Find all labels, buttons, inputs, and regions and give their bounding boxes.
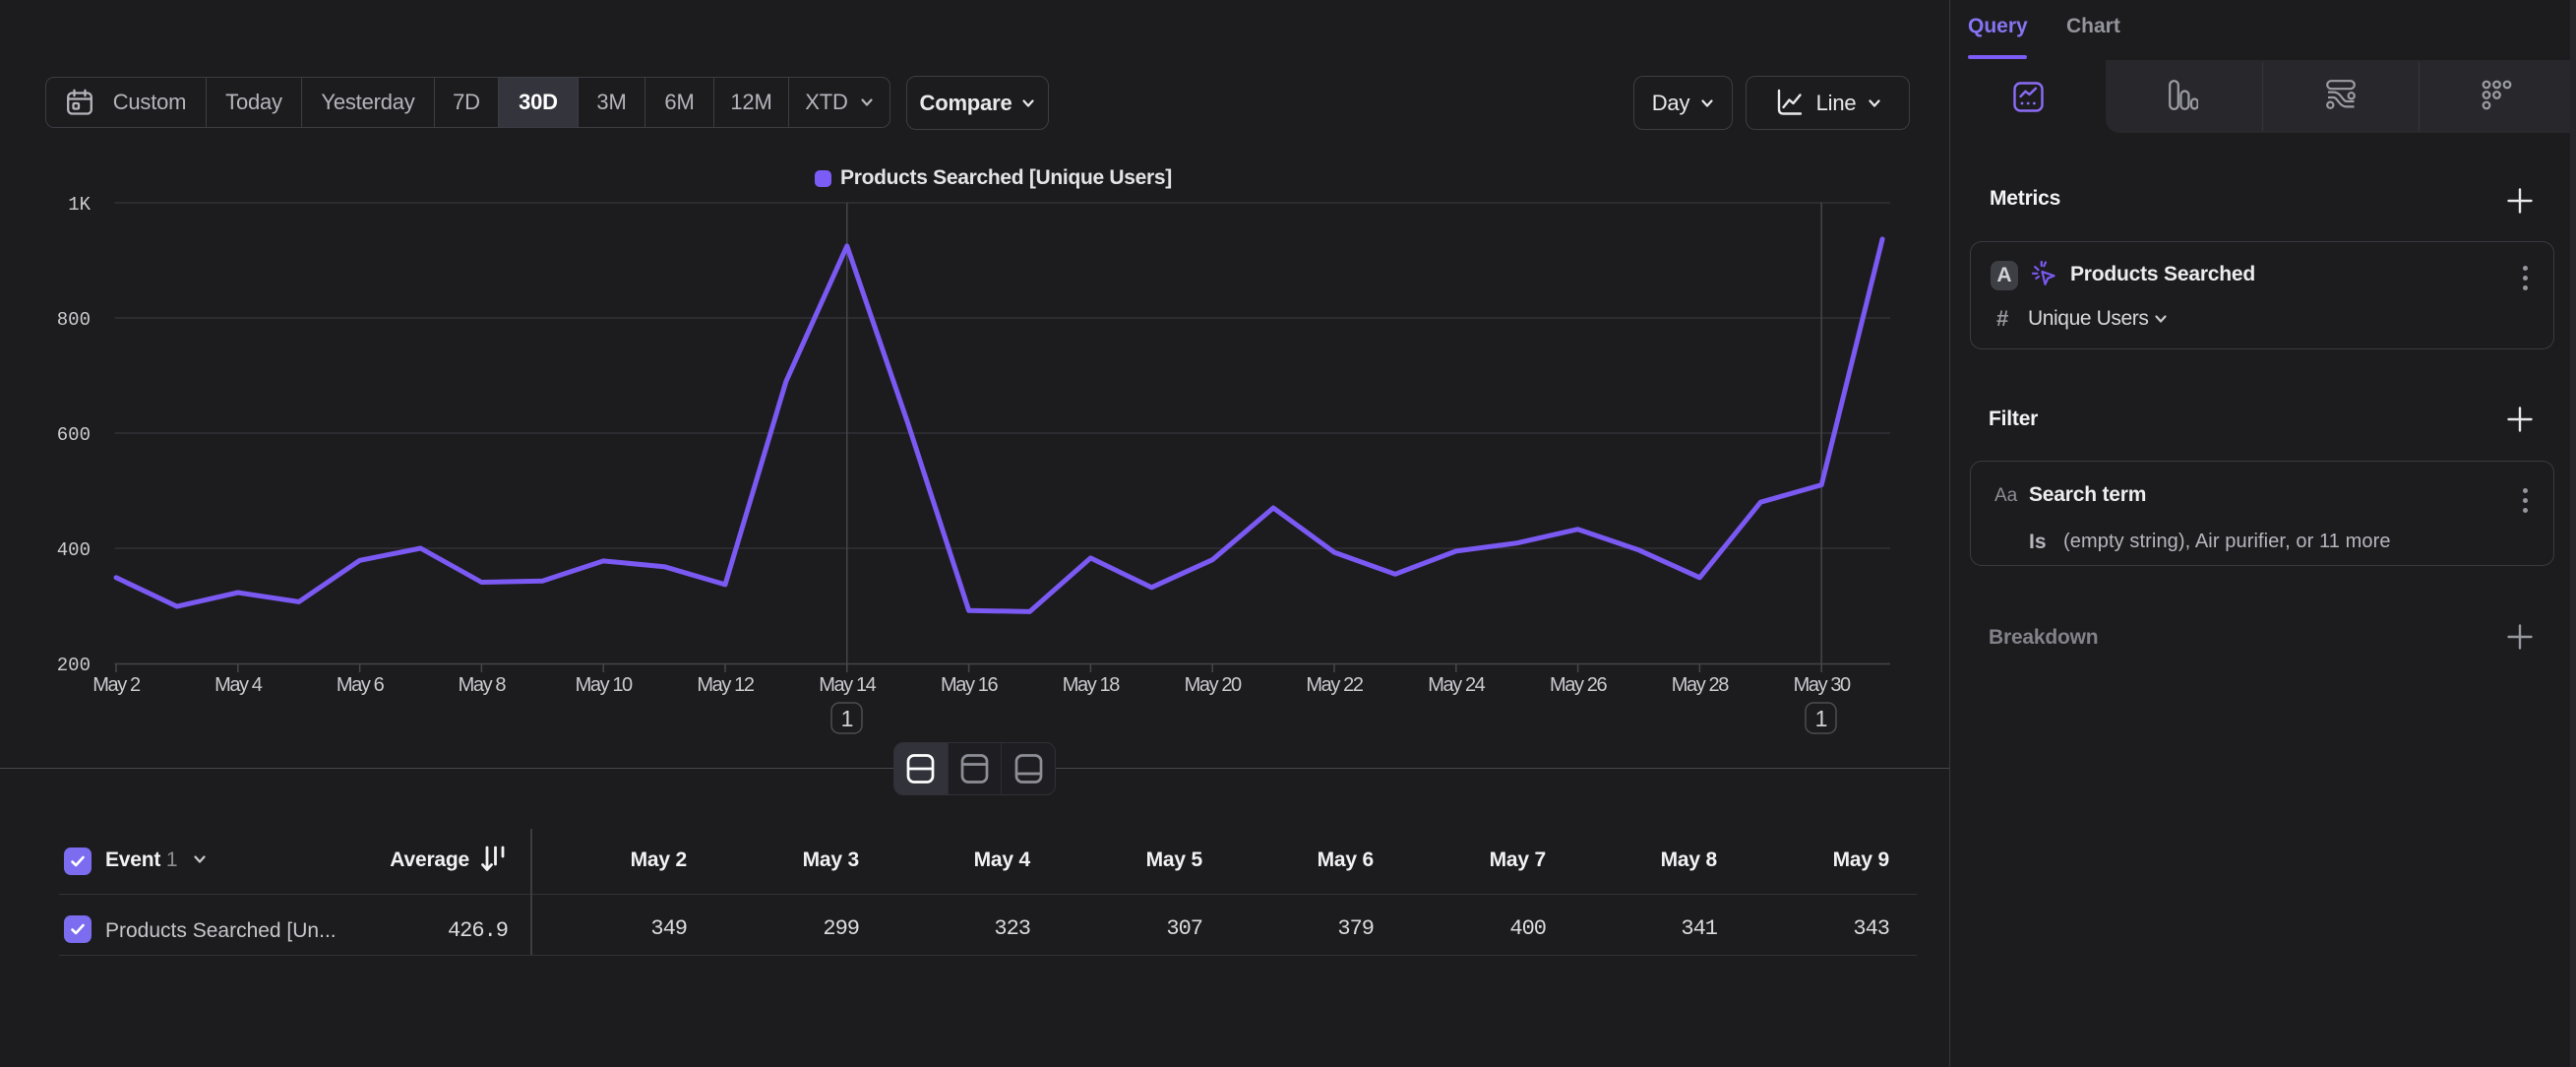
svg-text:800: 800 bbox=[57, 309, 91, 331]
svg-text:May 30: May 30 bbox=[1794, 674, 1851, 696]
svg-text:May 18: May 18 bbox=[1063, 674, 1120, 696]
svg-text:May 24: May 24 bbox=[1428, 674, 1485, 696]
svg-text:1: 1 bbox=[1815, 706, 1828, 731]
svg-text:May 2: May 2 bbox=[92, 674, 141, 696]
svg-text:400: 400 bbox=[57, 539, 91, 561]
svg-text:May 26: May 26 bbox=[1550, 674, 1607, 696]
svg-text:May 6: May 6 bbox=[337, 674, 385, 696]
svg-text:1K: 1K bbox=[68, 194, 91, 216]
svg-text:1: 1 bbox=[841, 706, 854, 731]
svg-text:May 12: May 12 bbox=[697, 674, 754, 696]
svg-text:May 14: May 14 bbox=[819, 674, 876, 696]
svg-text:May 20: May 20 bbox=[1185, 674, 1242, 696]
svg-text:600: 600 bbox=[57, 424, 91, 446]
svg-text:May 28: May 28 bbox=[1672, 674, 1729, 696]
svg-text:May 4: May 4 bbox=[215, 674, 263, 696]
svg-text:May 8: May 8 bbox=[459, 674, 507, 696]
svg-text:May 22: May 22 bbox=[1306, 674, 1363, 696]
svg-text:May 10: May 10 bbox=[576, 674, 633, 696]
svg-text:200: 200 bbox=[57, 655, 91, 676]
svg-text:May 16: May 16 bbox=[941, 674, 998, 696]
